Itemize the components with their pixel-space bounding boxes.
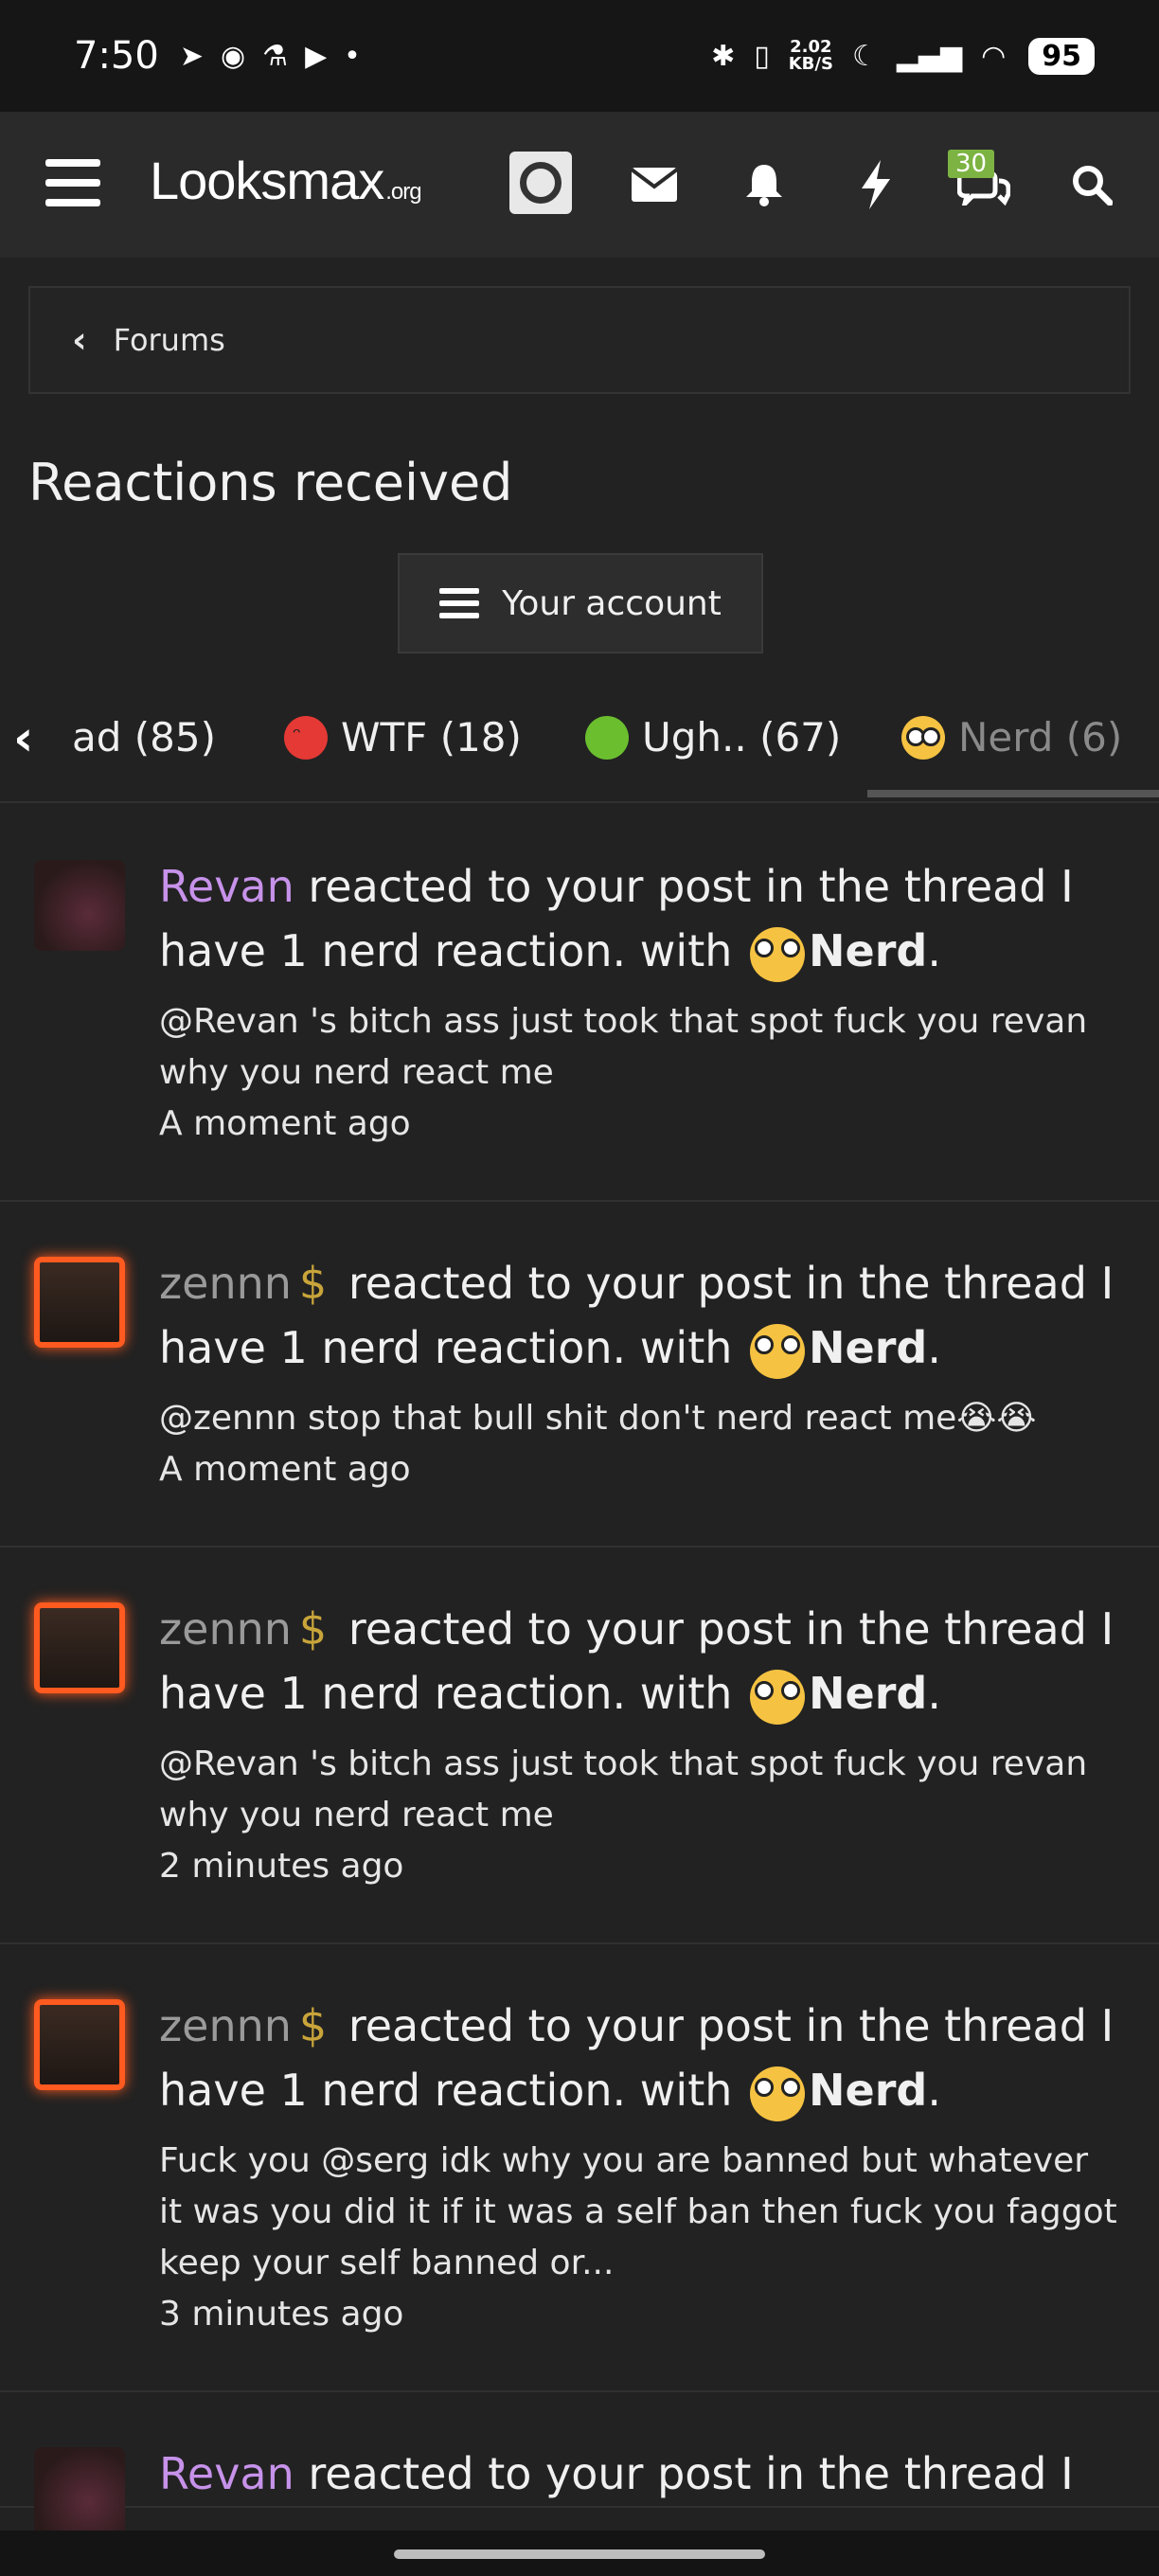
bluetooth-icon: ✱ (711, 39, 736, 73)
list-item[interactable]: zennn $ reacted to your post in the threa… (0, 1547, 1159, 1944)
avatar[interactable] (34, 1999, 125, 2090)
reaction-name: Nerd (809, 925, 928, 976)
nerd-face-icon (750, 926, 806, 982)
home-indicator[interactable] (394, 2549, 765, 2559)
discord-icon: ◉ (220, 39, 246, 73)
tab-sad[interactable]: ad (85) (72, 714, 216, 760)
nerd-face-icon (901, 715, 945, 760)
user-avatar[interactable] (509, 152, 572, 214)
top-navbar: Looksmax.org (0, 112, 1159, 258)
reaction-summary: zennn $ reacted to your post in the threa… (159, 1994, 1121, 2122)
reaction-name: Nerd (809, 2065, 928, 2116)
tab-ugh[interactable]: Ugh.. (67) (585, 714, 841, 760)
active-tab-indicator (867, 790, 1159, 797)
list-icon (439, 581, 480, 625)
username-link[interactable]: Revan (159, 861, 294, 912)
list-item[interactable]: Revan reacted to your post in the thread… (0, 805, 1159, 1202)
mail-icon[interactable] (621, 153, 687, 216)
sick-face-icon (585, 715, 629, 760)
nerd-face-icon (750, 1323, 806, 1379)
timestamp: A moment ago (159, 1104, 411, 1143)
nerd-face-icon (750, 2066, 806, 2121)
tab-label: Ugh.. (67) (642, 714, 842, 760)
flask-icon: ⚗ (262, 39, 289, 73)
reaction-summary: Revan reacted to your post in the thread… (159, 854, 1121, 983)
tabs-scroll-left-icon[interactable]: ‹ (13, 710, 33, 767)
username-link[interactable]: Revan (159, 2448, 294, 2499)
angry-face-icon: ᵔ (284, 715, 328, 760)
reaction-summary: zennn $ reacted to your post in the threa… (159, 1251, 1121, 1380)
search-icon[interactable] (1059, 153, 1125, 216)
dollar-badge-icon: $ (298, 2000, 328, 2051)
reaction-summary: Revan reacted to your post in the thread… (159, 2442, 1121, 2506)
your-account-button[interactable]: Your account (398, 553, 763, 653)
post-snippet[interactable]: @Revan 's bitch ass just took that spot … (159, 1739, 1121, 1841)
status-right-icons: ✱ ▯ 2.02 KB/S ☾ ▂▄▆ ◠ 95 (711, 37, 1095, 75)
status-left-icons: ➤ ◉ ⚗ ▶ • (180, 40, 361, 73)
avatar[interactable] (34, 1602, 125, 1693)
username-link[interactable]: zennn (159, 2000, 292, 2051)
youtube-icon: ▶ (305, 39, 328, 73)
account-button-label: Your account (502, 583, 722, 623)
nerd-face-icon (750, 1669, 806, 1725)
bell-icon[interactable] (731, 153, 797, 216)
timestamp: A moment ago (159, 1450, 411, 1489)
avatar[interactable] (34, 860, 125, 951)
telegram-icon: ➤ (179, 39, 204, 73)
status-time: 7:50 (74, 34, 159, 78)
reaction-list: Revan reacted to your post in the thread… (0, 805, 1159, 2538)
list-item[interactable]: Revan reacted to your post in the thread… (0, 2392, 1159, 2538)
tab-label: Nerd (6) (958, 714, 1123, 760)
reaction-text[interactable]: reacted to your post in the thread I (308, 2448, 1073, 2499)
tab-wtf[interactable]: ᵔ WTF (18) (284, 714, 522, 760)
moon-icon: ☾ (851, 39, 878, 73)
wifi-icon: ◠ (981, 39, 1007, 73)
signal-icon: ▂▄▆ (896, 39, 963, 73)
breadcrumb-label: Forums (113, 322, 225, 358)
lightning-icon[interactable] (843, 153, 909, 216)
post-snippet[interactable]: @Revan 's bitch ass just took that spot … (159, 996, 1121, 1099)
conversations-badge: 30 (948, 150, 995, 178)
list-item[interactable]: zennn $ reacted to your post in the threa… (0, 1202, 1159, 1547)
avatar[interactable] (34, 2447, 125, 2538)
site-logo[interactable]: Looksmax.org (150, 150, 422, 211)
breadcrumb[interactable]: ‹ Forums (28, 286, 1131, 394)
tab-nerd[interactable]: Nerd (6) (901, 714, 1122, 760)
timestamp: 3 minutes ago (159, 2295, 404, 2334)
tab-label: ad (85) (72, 714, 216, 760)
reaction-summary: zennn $ reacted to your post in the threa… (159, 1597, 1121, 1726)
tab-label: WTF (18) (341, 714, 522, 760)
dollar-badge-icon: $ (298, 1603, 328, 1655)
menu-icon[interactable] (45, 159, 100, 206)
battery-indicator: 95 (1028, 37, 1095, 75)
list-item[interactable]: zennn $ reacted to your post in the threa… (0, 1944, 1159, 2392)
reaction-name: Nerd (809, 1322, 928, 1373)
chevron-left-icon: ‹ (72, 319, 87, 361)
status-bar: 7:50 ➤ ◉ ⚗ ▶ • ✱ ▯ 2.02 KB/S ☾ ▂▄▆ ◠ 95 (0, 0, 1159, 112)
network-speed: 2.02 KB/S (788, 37, 833, 74)
reaction-name: Nerd (809, 1668, 928, 1719)
page-title: Reactions received (28, 453, 513, 512)
avatar[interactable] (34, 1257, 125, 1348)
post-snippet[interactable]: Fuck you @serg idk why you are banned bu… (159, 2136, 1121, 2289)
reaction-text[interactable]: reacted to your post in the thread I hav… (159, 861, 1074, 976)
vibrate-icon: ▯ (754, 39, 770, 73)
username-link[interactable]: zennn (159, 1603, 292, 1655)
dot-icon: • (344, 39, 361, 73)
username-link[interactable]: zennn (159, 1258, 292, 1309)
timestamp: 2 minutes ago (159, 1847, 404, 1886)
reaction-tabs: ‹ ad (85) ᵔ WTF (18) Ugh.. (67) Nerd (6) (0, 691, 1159, 803)
dollar-badge-icon: $ (298, 1258, 328, 1309)
post-snippet[interactable]: @zennn stop that bull shit don't nerd re… (159, 1393, 1121, 1444)
